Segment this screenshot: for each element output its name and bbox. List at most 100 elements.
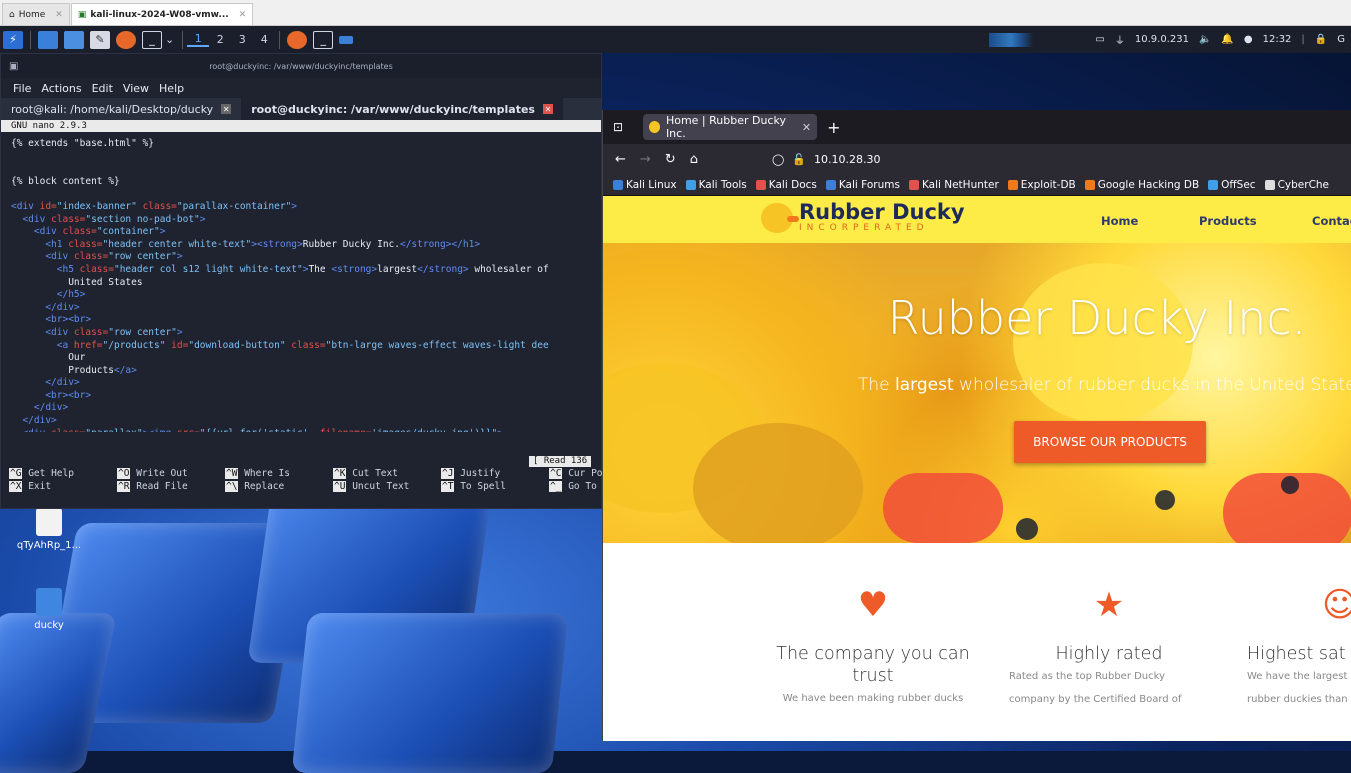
shortcut-key: ^C: [549, 468, 563, 479]
text-editor-icon[interactable]: ✎: [90, 30, 110, 49]
firefox-icon[interactable]: [116, 30, 136, 49]
bookmark-label: Kali Linux: [626, 178, 677, 191]
host-tab-home[interactable]: ⌂ Home ✕: [2, 3, 70, 25]
menu-help[interactable]: Help: [159, 82, 184, 95]
offsec-icon: [1208, 179, 1219, 190]
desktop-icon-label: ducky: [34, 620, 64, 631]
feature-rated: ★ Highly rated Rated as the top Rubber D…: [1009, 585, 1209, 711]
firefox-task-icon[interactable]: [287, 30, 308, 49]
workspace-4[interactable]: 4: [253, 33, 275, 46]
kali-menu-icon[interactable]: ⚡: [3, 30, 23, 49]
terminal-titlebar: ▣ root@duckyinc: /var/www/duckyinc/templ…: [1, 54, 601, 78]
exploit-db-icon: [1007, 179, 1018, 190]
close-icon[interactable]: ✕: [239, 10, 247, 20]
close-icon[interactable]: ✕: [221, 104, 232, 114]
bookmark-kali-nethunter[interactable]: Kali NetHunter: [908, 178, 999, 191]
workspace-2[interactable]: 2: [209, 33, 231, 46]
terminal-menubar: File Actions Edit View Help: [1, 78, 601, 98]
nav-products[interactable]: Products: [1199, 214, 1257, 228]
terminal-tab-duckyinc[interactable]: root@duckyinc: /var/www/duckyinc/templat…: [241, 98, 563, 120]
insecure-lock-icon[interactable]: 🔓: [792, 153, 806, 166]
bookmark-kali-linux[interactable]: Kali Linux: [613, 179, 677, 191]
bookmark-kali-tools[interactable]: Kali Tools: [685, 179, 747, 191]
shortcut-group: ^G Get Help ^X Exit: [9, 468, 117, 493]
feature-text: Rated as the top Rubber Ducky company by…: [1009, 671, 1182, 705]
vm-icon: ▣: [77, 9, 87, 20]
feature-trust: ♥ The company you can trust We have been…: [773, 585, 973, 710]
url-bar[interactable]: ◯ 🔓 10.10.28.30: [772, 153, 881, 166]
menu-actions[interactable]: Actions: [41, 82, 81, 95]
shortcut-key: ^W: [225, 468, 239, 479]
panel-user[interactable]: G: [1337, 34, 1345, 45]
bookmark-exploit-db[interactable]: Exploit-DB: [1007, 178, 1076, 191]
lock-icon[interactable]: 🔒: [1315, 34, 1327, 45]
shield-icon[interactable]: ◯: [772, 153, 784, 166]
shortcut-group: ^W Where Is ^\ Replace: [225, 468, 333, 493]
divider: [182, 30, 184, 49]
feature-text: We have been making rubber ducks: [782, 693, 964, 704]
shortcut-label: Get Help: [28, 468, 74, 479]
folder-lock-icon: [36, 588, 62, 616]
shortcut-label: To Spell: [460, 480, 506, 492]
duck-favicon-icon: [649, 121, 660, 133]
reload-icon[interactable]: ↻: [665, 152, 676, 167]
close-icon[interactable]: ✕: [55, 10, 63, 20]
tab-list-icon[interactable]: ⊡: [613, 120, 623, 134]
duck-eye-shape: [1155, 490, 1175, 510]
browse-products-button[interactable]: BROWSE OUR PRODUCTS: [1014, 421, 1206, 463]
nano-editor-content[interactable]: {% extends "base.html" %} {% block conte…: [1, 132, 601, 432]
window-task-icon[interactable]: [339, 35, 354, 44]
bookmark-kali-forums[interactable]: Kali Forums: [825, 179, 900, 191]
workspace-1[interactable]: 1: [187, 32, 210, 47]
browser-tab-title: Home | Rubber Ducky Inc.: [665, 114, 786, 140]
terminal-task-icon[interactable]: _: [313, 30, 334, 49]
close-icon[interactable]: ✕: [542, 104, 553, 114]
forward-icon[interactable]: →: [640, 152, 651, 167]
nano-header: GNU nano 2.9.3: [1, 120, 601, 132]
feature-satisfaction: ☺ Highest sat We have the largest rubber…: [1247, 585, 1351, 711]
shortcut-key: ^T: [441, 480, 455, 492]
url-text[interactable]: 10.10.28.30: [814, 153, 880, 166]
bookmark-kali-docs[interactable]: Kali Docs: [755, 179, 817, 191]
menu-edit[interactable]: Edit: [92, 82, 113, 95]
desktop-icon-ducky[interactable]: ducky: [14, 588, 84, 631]
shortcut-key: ^G: [9, 468, 23, 479]
bookmark-label: Exploit-DB: [1020, 178, 1076, 191]
shortcut-label: Cur Po: [568, 468, 603, 479]
back-icon[interactable]: ←: [615, 152, 626, 167]
shortcut-group: ^K Cut Text ^U Uncut Text: [333, 468, 441, 493]
nav-home[interactable]: Home: [1101, 214, 1138, 228]
terminal-icon[interactable]: _: [142, 30, 162, 49]
file-manager-icon[interactable]: [64, 30, 84, 49]
shortcut-label: Replace: [244, 480, 285, 492]
features-section: ♥ The company you can trust We have been…: [603, 543, 1351, 733]
shortcut-key: ^\: [225, 480, 239, 492]
bookmark-cyberchef[interactable]: CyberChe: [1264, 179, 1329, 191]
chevron-down-icon[interactable]: ⌄: [165, 33, 174, 46]
menu-view[interactable]: View: [123, 82, 149, 95]
display-icon[interactable]: ▭: [1095, 34, 1104, 45]
home-icon[interactable]: ⌂: [690, 152, 698, 167]
volume-icon[interactable]: 🔈: [1199, 34, 1211, 45]
shortcut-label: Read File: [136, 480, 188, 492]
nav-contact[interactable]: Contac: [1312, 214, 1351, 228]
shortcut-key: ^O: [117, 468, 131, 479]
bookmark-offsec[interactable]: OffSec: [1208, 179, 1256, 191]
host-tab-vm[interactable]: ▣ kali-linux-2024-W08-vmw... ✕: [70, 3, 254, 25]
bookmark-ghdb[interactable]: Google Hacking DB: [1084, 179, 1199, 191]
menu-file[interactable]: File: [13, 82, 31, 95]
show-desktop-icon[interactable]: [38, 30, 58, 49]
workspace-3[interactable]: 3: [231, 33, 253, 46]
feature-title: Highly rated: [1055, 644, 1163, 664]
bell-icon[interactable]: 🔔: [1221, 34, 1233, 45]
close-icon[interactable]: ✕: [802, 121, 811, 134]
site-logo[interactable]: Rubber Ducky INCORPERATED: [761, 201, 965, 234]
bookmark-label: Kali NetHunter: [921, 178, 999, 191]
network-icon[interactable]: ⏚: [1115, 32, 1125, 47]
clock-time[interactable]: 12:32: [1263, 34, 1292, 45]
new-tab-icon[interactable]: +: [827, 118, 840, 137]
desktop-icon-file[interactable]: qTyAhRp_1...: [14, 508, 84, 551]
shortcut-key: ^J: [441, 468, 455, 479]
browser-tab-home[interactable]: Home | Rubber Ducky Inc. ✕: [643, 114, 818, 140]
terminal-tab-kali[interactable]: root@kali: /home/kali/Desktop/ducky ✕: [1, 98, 241, 120]
